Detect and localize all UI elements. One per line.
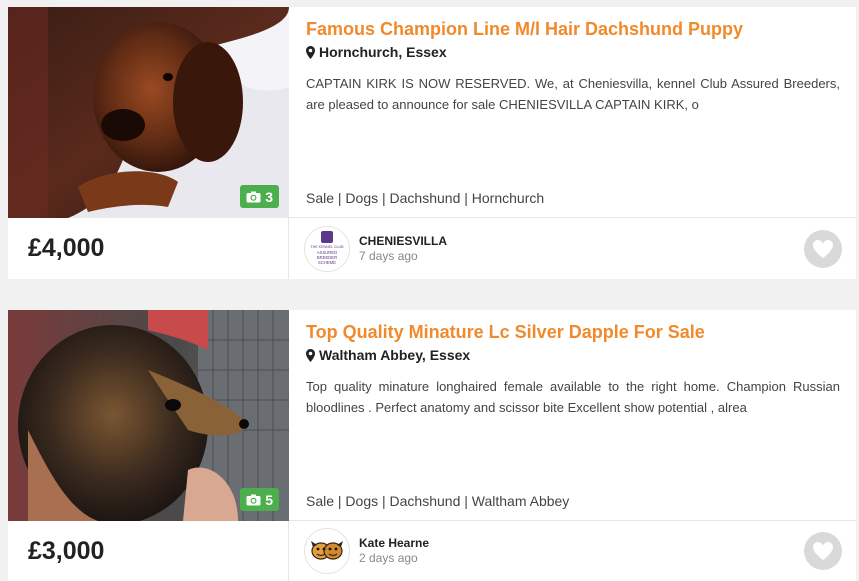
location-text: Hornchurch, Essex bbox=[319, 44, 447, 60]
seller-avatar[interactable]: THE KENNEL CLUB ASSURED BREEDER SCHEME bbox=[304, 225, 350, 272]
map-marker-icon bbox=[306, 45, 315, 59]
photo-count-badge: 5 bbox=[240, 488, 279, 511]
map-marker-icon bbox=[306, 348, 315, 362]
listing-description: Top quality minature longhaired female a… bbox=[306, 376, 840, 418]
location-text: Waltham Abbey, Essex bbox=[319, 347, 471, 363]
location: Hornchurch, Essex bbox=[306, 42, 840, 62]
listing-body: Top Quality Minature Lc Silver Dapple Fo… bbox=[289, 310, 856, 521]
camera-icon bbox=[246, 191, 261, 202]
listing-description: CAPTAIN KIRK IS NOW RESERVED. We, at Che… bbox=[306, 73, 840, 115]
listing-tags: Sale | Dogs | Dachshund | Waltham Abbey bbox=[306, 493, 570, 509]
listing-title-link[interactable]: Famous Champion Line M/l Hair Dachshund … bbox=[306, 17, 840, 41]
posted-time: 7 days ago bbox=[359, 248, 418, 263]
price-section: £3,000 bbox=[8, 521, 289, 581]
seller-info: Kate Hearne 2 days ago bbox=[359, 536, 429, 566]
heart-icon bbox=[813, 542, 833, 560]
price: £3,000 bbox=[28, 536, 105, 565]
price-section: £4,000 bbox=[8, 218, 289, 279]
seller-section: Kate Hearne 2 days ago bbox=[289, 521, 856, 581]
favourite-button[interactable] bbox=[804, 229, 842, 268]
listing-body: Famous Champion Line M/l Hair Dachshund … bbox=[289, 7, 856, 218]
photo-count: 3 bbox=[265, 188, 273, 205]
svg-text:THE KENNEL CLUB: THE KENNEL CLUB bbox=[310, 245, 344, 249]
kennel-club-logo: THE KENNEL CLUB ASSURED BREEDER SCHEME bbox=[305, 226, 349, 271]
listing-card[interactable]: 3 £4,000 Famous Champion Line M/l Hair D… bbox=[8, 7, 856, 279]
seller-name[interactable]: Kate Hearne bbox=[359, 536, 429, 551]
photo-count-badge: 3 bbox=[240, 185, 279, 208]
seller-avatar[interactable] bbox=[304, 528, 350, 574]
listing-tags: Sale | Dogs | Dachshund | Hornchurch bbox=[306, 190, 545, 206]
location: Waltham Abbey, Essex bbox=[306, 345, 840, 365]
svg-text:SCHEME: SCHEME bbox=[318, 260, 336, 265]
listing-photo[interactable]: 3 bbox=[8, 7, 289, 218]
price: £4,000 bbox=[28, 234, 105, 262]
seller-name[interactable]: CHENIESVILLA bbox=[359, 234, 447, 249]
camera-icon bbox=[246, 494, 261, 505]
heart-icon bbox=[813, 239, 833, 258]
seller-info: CHENIESVILLA 7 days ago bbox=[359, 234, 447, 264]
dogs-cartoon-avatar bbox=[305, 529, 349, 573]
seller-section: THE KENNEL CLUB ASSURED BREEDER SCHEME C… bbox=[289, 218, 856, 279]
favourite-button[interactable] bbox=[804, 532, 842, 570]
posted-time: 2 days ago bbox=[359, 551, 418, 565]
photo-count: 5 bbox=[265, 491, 273, 508]
listing-card[interactable]: 5 £3,000 Top Quality Minature Lc Silver … bbox=[8, 310, 856, 581]
listing-title-link[interactable]: Top Quality Minature Lc Silver Dapple Fo… bbox=[306, 320, 840, 344]
listing-photo[interactable]: 5 bbox=[8, 310, 289, 521]
